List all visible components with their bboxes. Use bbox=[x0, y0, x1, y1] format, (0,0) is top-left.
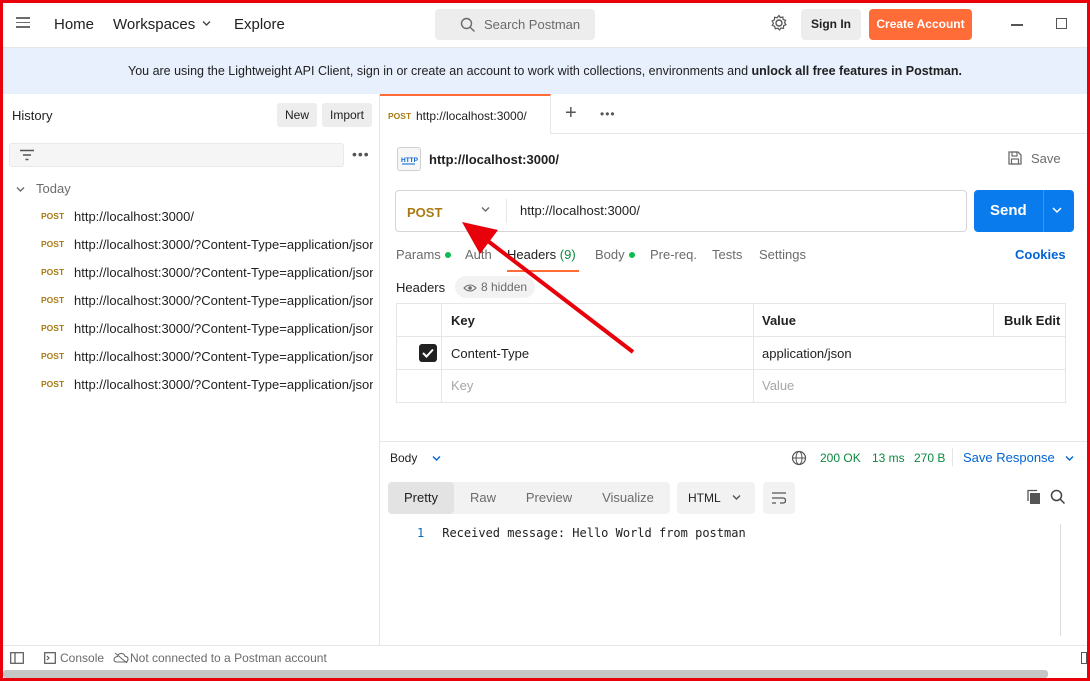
annotation-arrow bbox=[462, 222, 635, 354]
